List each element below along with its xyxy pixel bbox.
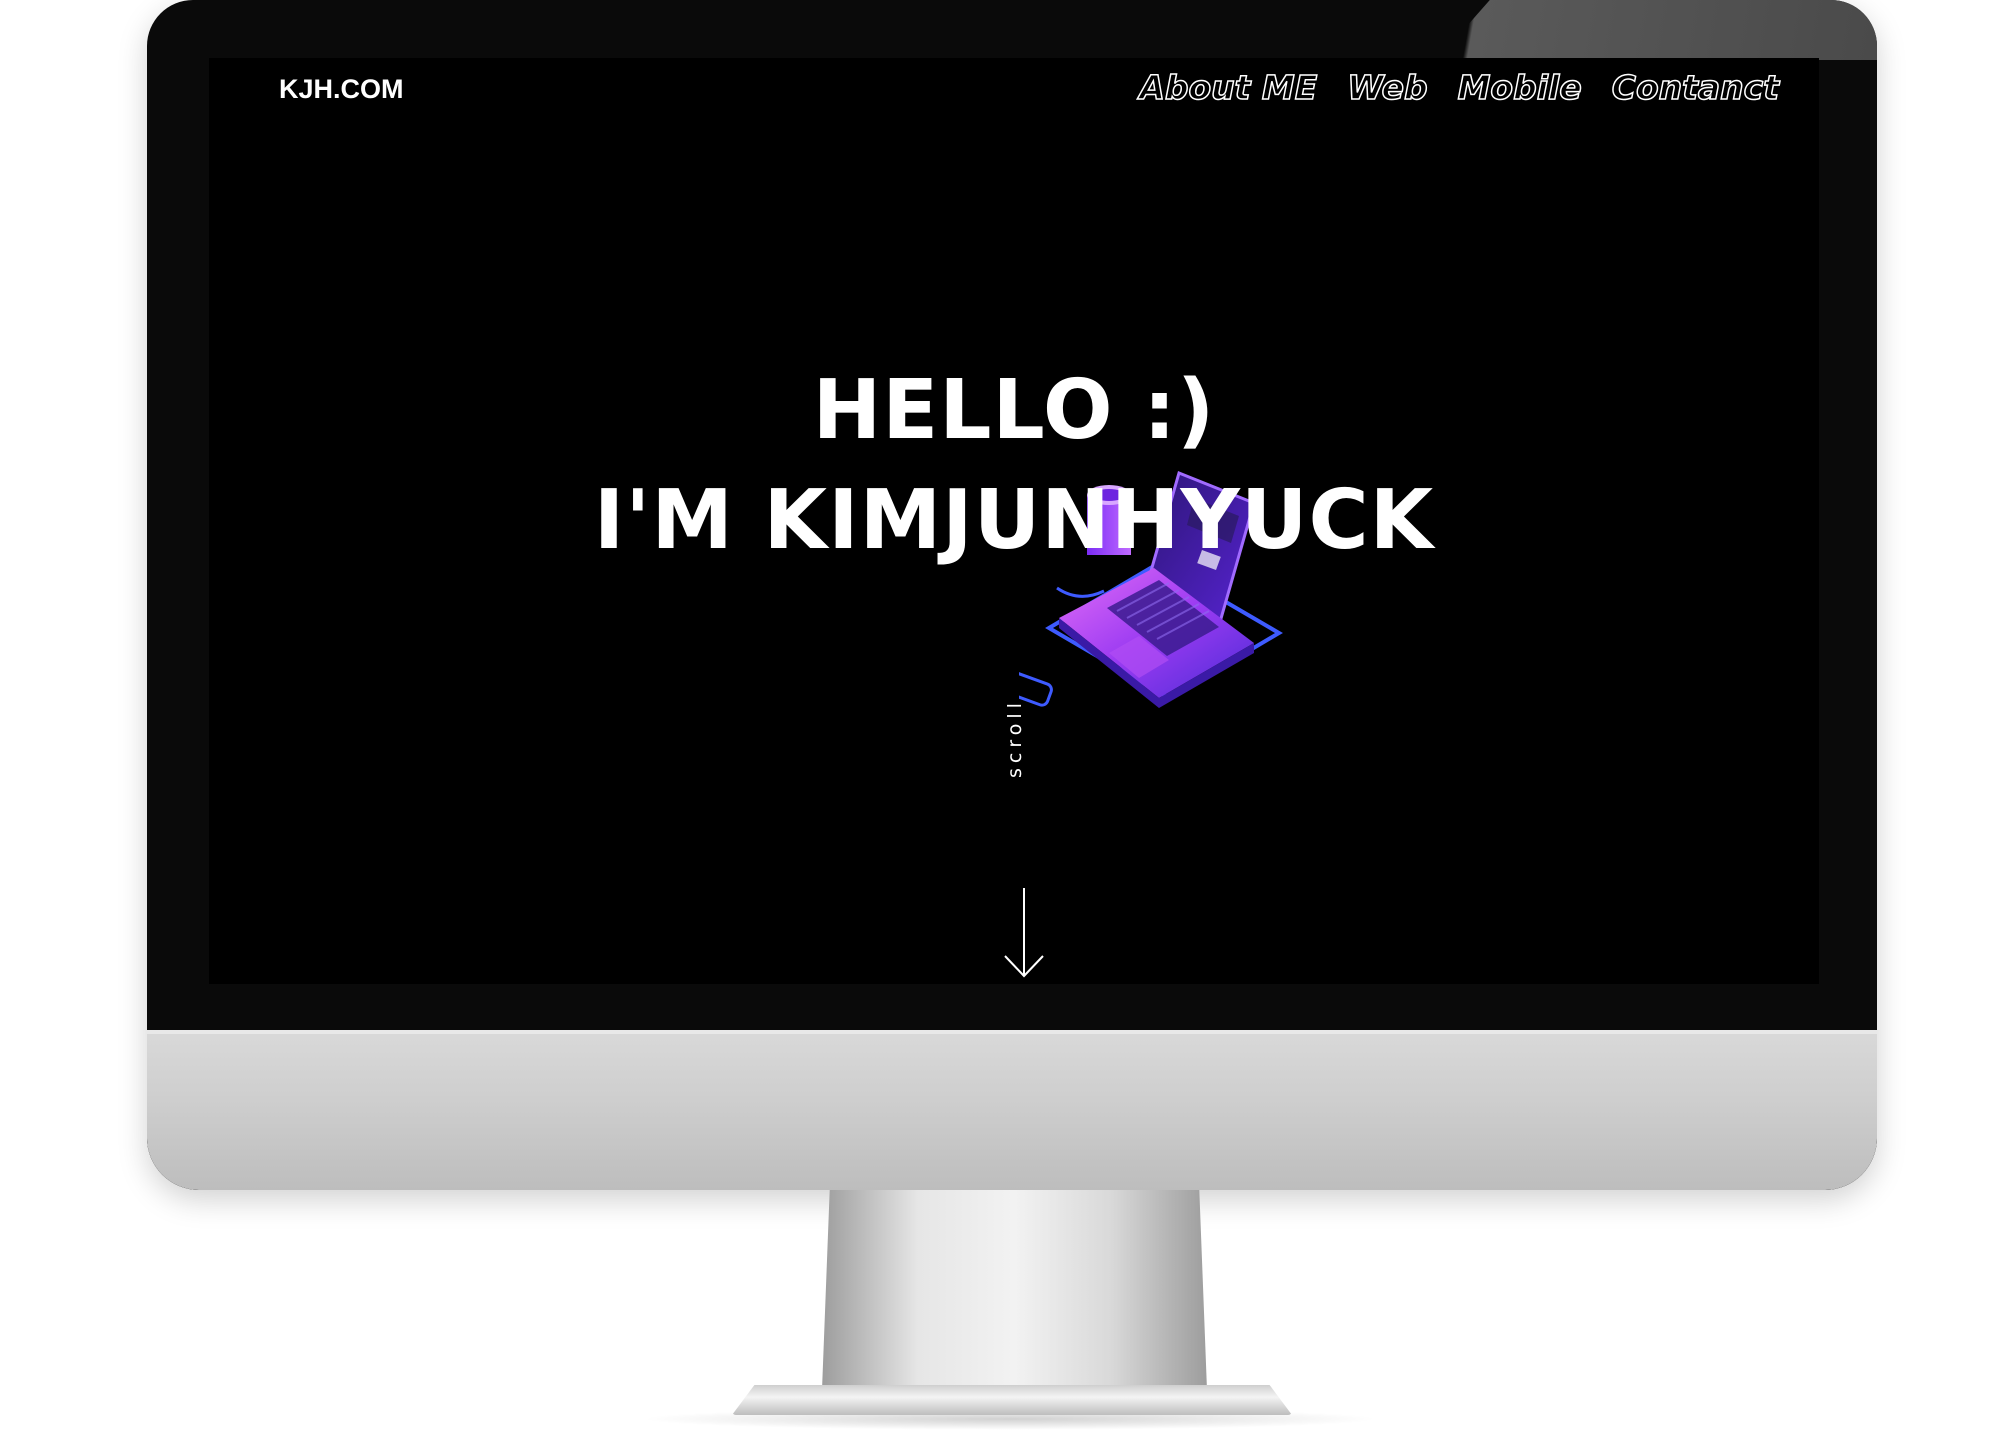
monitor-frame: KJH.COM About ME Web Mobile Contanct HEL… (147, 0, 1877, 1190)
nav-about-me[interactable]: About ME (1139, 67, 1318, 108)
arrow-down-icon[interactable] (1002, 888, 1046, 980)
nav-mobile[interactable]: Mobile (1457, 67, 1583, 108)
site-logo[interactable]: KJH.COM (279, 74, 404, 105)
hero-heading: HELLO :) I'M KIMJUNHYUCK (209, 356, 1819, 576)
monitor-stand-base (732, 1385, 1292, 1415)
monitor-stand-neck (822, 1190, 1207, 1390)
monitor-chin (147, 1030, 1877, 1190)
nav-web[interactable]: Web (1347, 67, 1429, 108)
main-nav: About ME Web Mobile Contanct (1139, 67, 1780, 108)
screen-glare (1437, 0, 1877, 60)
website-screen: KJH.COM About ME Web Mobile Contanct HEL… (209, 58, 1819, 984)
nav-contact[interactable]: Contanct (1611, 67, 1780, 108)
hero-line-2: I'M KIMJUNHYUCK (593, 473, 1435, 568)
hero-line-1: HELLO :) (812, 363, 1216, 458)
